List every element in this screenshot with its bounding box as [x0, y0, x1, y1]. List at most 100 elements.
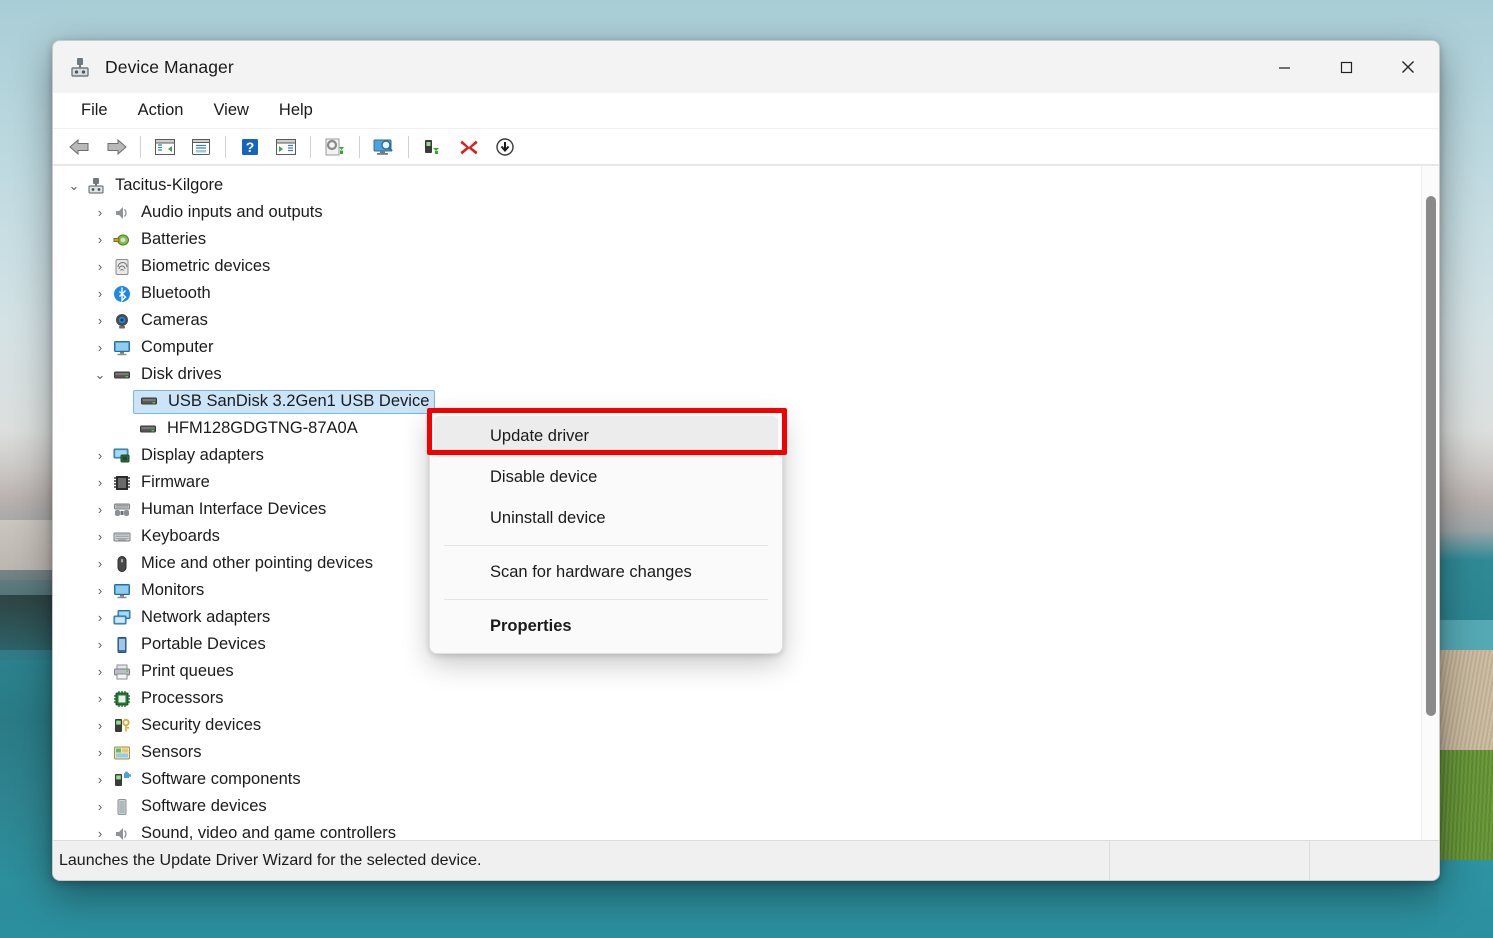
tree-item-content: Disk drives: [111, 365, 222, 384]
tree-item[interactable]: ›Software devices: [53, 793, 1421, 820]
toolbar: ?: [53, 129, 1439, 165]
battery-icon: [111, 231, 133, 249]
tree-item[interactable]: ›Sensors: [53, 739, 1421, 766]
tree-item-label: Display adapters: [133, 446, 264, 465]
enable-device-icon[interactable]: [416, 132, 450, 162]
menu-file[interactable]: File: [69, 97, 120, 124]
context-menu-item-uninstall-device[interactable]: Uninstall device: [434, 498, 778, 539]
chevron-right-icon[interactable]: ›: [89, 205, 111, 220]
chevron-right-icon[interactable]: ›: [89, 610, 111, 625]
show-hide-console-tree-icon[interactable]: [148, 132, 182, 162]
back-icon[interactable]: [63, 132, 97, 162]
chevron-right-icon[interactable]: ›: [89, 475, 111, 490]
context-menu-item-scan-for-hardware-changes[interactable]: Scan for hardware changes: [434, 552, 778, 593]
tree-item-content: Portable Devices: [111, 635, 266, 654]
speaker-icon: [111, 204, 133, 222]
chevron-right-icon[interactable]: ›: [89, 718, 111, 733]
chevron-down-icon[interactable]: ⌄: [63, 178, 85, 194]
hid-icon: [111, 501, 133, 519]
tree-item-content: Mice and other pointing devices: [111, 554, 373, 573]
tree-item-content: Print queues: [111, 662, 234, 681]
tree-item-label: Human Interface Devices: [133, 500, 326, 519]
software-device-icon: [111, 798, 133, 816]
tree-item[interactable]: › Processors: [53, 685, 1421, 712]
tree-item-label: Biometric devices: [133, 257, 270, 276]
tree-item-content: Human Interface Devices: [111, 500, 326, 519]
tree-item-content: Firmware: [111, 473, 210, 492]
chevron-right-icon[interactable]: ›: [89, 502, 111, 517]
tree-item[interactable]: ⌄ Disk drives: [53, 361, 1421, 388]
update-driver-icon[interactable]: [318, 132, 352, 162]
menu-help[interactable]: Help: [267, 97, 325, 124]
tree-item-label: Disk drives: [133, 365, 222, 384]
tree-item[interactable]: ›Sound, video and game controllers: [53, 820, 1421, 840]
chevron-right-icon[interactable]: ›: [89, 691, 111, 706]
tree-item[interactable]: › Biometric devices: [53, 253, 1421, 280]
toolbar-separator: [408, 136, 409, 158]
scan-for-hardware-changes-icon[interactable]: [367, 132, 401, 162]
computer-icon: [85, 177, 107, 195]
show-hide-action-pane-icon[interactable]: [269, 132, 303, 162]
speaker-icon: [111, 825, 133, 841]
properties-icon[interactable]: [184, 132, 218, 162]
tree-item-content: Software devices: [111, 797, 267, 816]
tree-item[interactable]: ›Computer: [53, 334, 1421, 361]
status-bar: Launches the Update Driver Wizard for th…: [53, 840, 1439, 880]
menu-action[interactable]: Action: [126, 97, 196, 124]
chevron-right-icon[interactable]: ›: [89, 340, 111, 355]
tree-root-item[interactable]: ⌄Tacitus-Kilgore: [53, 172, 1421, 199]
tree-item[interactable]: ›Cameras: [53, 307, 1421, 334]
chevron-right-icon[interactable]: ›: [89, 286, 111, 301]
chevron-right-icon[interactable]: ›: [89, 799, 111, 814]
maximize-button[interactable]: [1315, 41, 1377, 93]
context-menu[interactable]: Update driverDisable deviceUninstall dev…: [429, 410, 783, 654]
camera-icon: [111, 312, 133, 330]
chevron-right-icon[interactable]: ›: [89, 556, 111, 571]
chevron-right-icon[interactable]: ›: [89, 232, 111, 247]
tree-item[interactable]: ›Audio inputs and outputs: [53, 199, 1421, 226]
chevron-right-icon[interactable]: ›: [89, 529, 111, 544]
tree-item-label: Network adapters: [133, 608, 270, 627]
chevron-right-icon[interactable]: ›: [89, 745, 111, 760]
chevron-down-icon[interactable]: ⌄: [89, 367, 111, 383]
forward-icon[interactable]: [99, 132, 133, 162]
tree-item[interactable]: ›Software components: [53, 766, 1421, 793]
context-menu-item-properties[interactable]: Properties: [434, 606, 778, 647]
window-controls: [1253, 41, 1439, 93]
chevron-right-icon[interactable]: ›: [89, 637, 111, 652]
tree-item-label: Processors: [133, 689, 224, 708]
scrollbar-thumb[interactable]: [1426, 196, 1436, 716]
chevron-right-icon[interactable]: ›: [89, 448, 111, 463]
tree-item[interactable]: ›Bluetooth: [53, 280, 1421, 307]
disk-drive-icon: [137, 420, 159, 438]
chevron-right-icon[interactable]: ›: [89, 313, 111, 328]
printer-icon: [111, 663, 133, 681]
portable-device-icon: [111, 636, 133, 654]
minimize-button[interactable]: [1253, 41, 1315, 93]
tree-item-content: Bluetooth: [111, 284, 211, 303]
help-icon[interactable]: ?: [233, 132, 267, 162]
status-cell-2: [1109, 841, 1309, 881]
chevron-right-icon[interactable]: ›: [89, 826, 111, 840]
toolbar-separator: [359, 136, 360, 158]
disable-device-icon[interactable]: [488, 132, 522, 162]
chevron-right-icon[interactable]: ›: [89, 664, 111, 679]
close-button[interactable]: [1377, 41, 1439, 93]
context-menu-item-disable-device[interactable]: Disable device: [434, 457, 778, 498]
tree-item-label: Security devices: [133, 716, 261, 735]
tree-item-label: Portable Devices: [133, 635, 266, 654]
chevron-right-icon[interactable]: ›: [89, 259, 111, 274]
tree-item-content: Display adapters: [111, 446, 264, 465]
keyboard-icon: [111, 528, 133, 546]
tree-item[interactable]: › Security devices: [53, 712, 1421, 739]
menu-view[interactable]: View: [201, 97, 260, 124]
tree-item-content: Cameras: [111, 311, 208, 330]
context-menu-item-update-driver[interactable]: Update driver: [434, 416, 778, 457]
vertical-scrollbar[interactable]: [1421, 166, 1439, 840]
tree-item[interactable]: ›Print queues: [53, 658, 1421, 685]
tree-item[interactable]: ›Batteries: [53, 226, 1421, 253]
chevron-right-icon[interactable]: ›: [89, 583, 111, 598]
chevron-right-icon[interactable]: ›: [89, 772, 111, 787]
uninstall-device-icon[interactable]: [452, 132, 486, 162]
toolbar-separator: [225, 136, 226, 158]
